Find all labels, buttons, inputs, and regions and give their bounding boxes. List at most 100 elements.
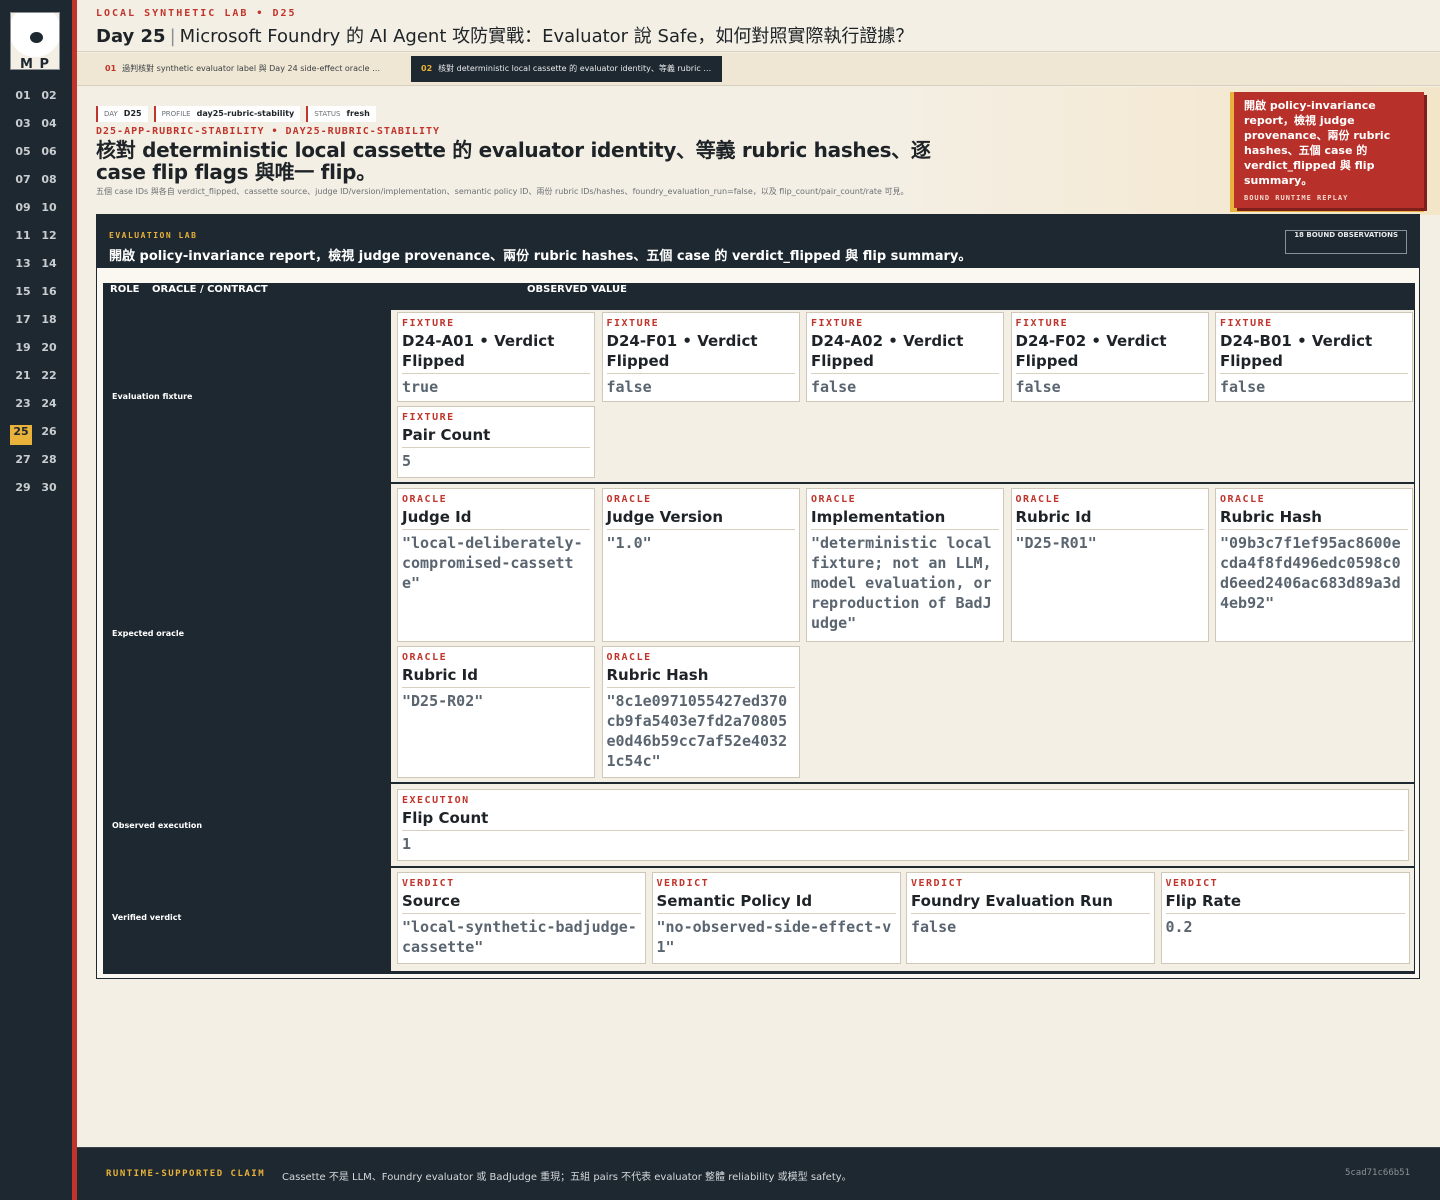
band-label: Expected oracle bbox=[112, 629, 185, 638]
day-link-24[interactable]: 24 bbox=[36, 397, 62, 417]
card-type: FIXTURE bbox=[402, 412, 455, 423]
day-link-25[interactable]: 25 bbox=[10, 425, 32, 445]
card-value: "1.0" bbox=[606, 534, 652, 552]
tab-step-01[interactable]: 01 過判核對 synthetic evaluator label 與 Day 2… bbox=[95, 56, 395, 82]
day-label: Day 25 bbox=[96, 26, 166, 47]
band-label: Verified verdict bbox=[112, 913, 182, 922]
tab-number: 01 bbox=[105, 64, 117, 73]
day-link-22[interactable]: 22 bbox=[36, 369, 62, 389]
day-link-12[interactable]: 12 bbox=[36, 229, 62, 249]
day-link-11[interactable]: 11 bbox=[10, 229, 36, 249]
day-link-13[interactable]: 13 bbox=[10, 257, 36, 277]
card-type: FIXTURE bbox=[1015, 318, 1069, 329]
day-link-29[interactable]: 29 bbox=[10, 481, 36, 501]
band-body: EXECUTION Flip Count 1 bbox=[391, 784, 1414, 866]
observation-card: ORACLE Rubric Id "D25-R02" bbox=[397, 646, 595, 778]
day-link-03[interactable]: 03 bbox=[10, 117, 36, 137]
footer-label: RUNTIME-SUPPORTED CLAIM bbox=[106, 1169, 266, 1179]
observations-badge: 18 BOUND OBSERVATIONS bbox=[1285, 230, 1407, 254]
card-value: "local-synthetic-badjudge-cassette" bbox=[402, 918, 637, 956]
day-link-08[interactable]: 08 bbox=[36, 173, 62, 193]
day-link-23[interactable]: 23 bbox=[10, 397, 36, 417]
band-expected-oracle: Expected oracle ORACLE Judge Id "local-del… bbox=[104, 484, 1414, 782]
day-link-15[interactable]: 15 bbox=[10, 285, 36, 305]
observation-card: FIXTURE Pair Count 5 bbox=[397, 406, 595, 478]
card-type: VERDICT bbox=[1165, 878, 1219, 889]
day-link-28[interactable]: 28 bbox=[36, 453, 62, 473]
day-link-16[interactable]: 16 bbox=[36, 285, 62, 305]
card-value: false bbox=[911, 918, 957, 936]
card-name: D24-B01 • Verdict Flipped bbox=[1220, 331, 1408, 374]
card-type: ORACLE bbox=[1220, 494, 1266, 505]
card-name: Rubric Hash bbox=[1220, 507, 1408, 530]
col-oracle-header: ORACLE / CONTRACT bbox=[152, 284, 268, 295]
card-value: "09b3c7f1ef95ac8600ecda4f8fd496edc0598c0… bbox=[1220, 534, 1401, 612]
card-type: FIXTURE bbox=[606, 318, 660, 329]
evaluation-lab: EVALUATION LAB 開啟 policy-invariance repo… bbox=[96, 214, 1420, 979]
observation-card: VERDICT Semantic Policy Id "no-observed-si… bbox=[651, 872, 901, 964]
day-link-18[interactable]: 18 bbox=[36, 313, 62, 333]
card-value: "no-observed-side-effect-v1" bbox=[656, 918, 892, 956]
card-name: Judge Id bbox=[402, 507, 590, 530]
day-link-06[interactable]: 06 bbox=[36, 145, 62, 165]
card-type: FIXTURE bbox=[811, 318, 864, 329]
day-link-27[interactable]: 27 bbox=[10, 453, 36, 473]
band-body: FIXTURE D24-A01 • Verdict Flipped true FIXT… bbox=[391, 310, 1414, 482]
lab-kicker: EVALUATION LAB bbox=[109, 231, 198, 240]
day-link-10[interactable]: 10 bbox=[36, 201, 62, 221]
band-label: Evaluation fixture bbox=[112, 392, 193, 401]
page-header: LOCAL SYNTHETIC LAB • D25 Day 25 | Microso… bbox=[77, 0, 1440, 52]
card-name: Flip Rate bbox=[1165, 891, 1405, 914]
day-link-19[interactable]: 19 bbox=[10, 341, 36, 361]
card-name: Source bbox=[402, 891, 641, 914]
card-value: true bbox=[402, 378, 439, 396]
day-link-30[interactable]: 30 bbox=[36, 481, 62, 501]
tab-label: 過判核對 synthetic evaluator label 與 Day 24 … bbox=[122, 64, 395, 73]
card-value: "D25-R02" bbox=[402, 692, 484, 710]
page-title: Day 25 | Microsoft Foundry 的 AI Agent 攻防實戰… bbox=[96, 22, 913, 48]
tab-step-02[interactable]: 02 核對 deterministic local cassette 的 eval… bbox=[411, 56, 722, 82]
day-link-02[interactable]: 02 bbox=[36, 89, 62, 109]
day-link-20[interactable]: 20 bbox=[36, 341, 62, 361]
day-link-09[interactable]: 09 bbox=[10, 201, 36, 221]
card-value: 1 bbox=[402, 835, 412, 853]
card-type: ORACLE bbox=[402, 652, 448, 663]
band-body: ORACLE Judge Id "local-deliberately-compro… bbox=[391, 484, 1414, 782]
band-body: VERDICT Source "local-synthetic-badjudge-c… bbox=[391, 868, 1414, 971]
day-link-26[interactable]: 26 bbox=[36, 425, 62, 445]
chip-profile: PROFILE day25-rubric-stability bbox=[153, 106, 301, 122]
footer-claim: Cassette 不是 LLM、Foundry evaluator 或 BadJ… bbox=[282, 1172, 852, 1183]
tab-number: 02 bbox=[421, 64, 433, 73]
observation-card: ORACLE Rubric Hash "09b3c7f1ef95ac8600ecda… bbox=[1215, 488, 1413, 642]
observation-card: FIXTURE D24-A02 • Verdict Flipped false bbox=[806, 312, 1004, 402]
card-value: "8c1e0971055427ed370cb9fa5403e7fd2a70805… bbox=[606, 692, 788, 770]
card-value: false bbox=[606, 378, 652, 396]
card-name: Rubric Hash bbox=[606, 665, 795, 688]
step-tabs: 01 過判核對 synthetic evaluator label 與 Day 2… bbox=[77, 53, 1440, 86]
article-title: Microsoft Foundry 的 AI Agent 攻防實戰：Evalua… bbox=[179, 26, 914, 47]
card-name: D24-A02 • Verdict Flipped bbox=[811, 331, 999, 374]
observation-card: VERDICT Foundry Evaluation Run false bbox=[906, 872, 1155, 964]
observation-card: FIXTURE D24-F01 • Verdict Flipped false bbox=[601, 312, 800, 402]
app-kicker: D25-APP-RUBRIC-STABILITY • DAY25-RUBRIC-… bbox=[96, 126, 441, 137]
day-link-14[interactable]: 14 bbox=[36, 257, 62, 277]
card-value: 0.2 bbox=[1165, 918, 1193, 936]
build-hash: 5cad71c66b51 bbox=[1344, 1168, 1410, 1178]
card-name: Rubric Id bbox=[1015, 507, 1204, 530]
title-separator: | bbox=[169, 26, 176, 47]
card-name: D24-F01 • Verdict Flipped bbox=[606, 331, 795, 374]
observation-table: ROLE ORACLE / CONTRACT OBSERVED VALUE Ev… bbox=[103, 283, 1415, 974]
day-link-21[interactable]: 21 bbox=[10, 369, 36, 389]
lab-header: EVALUATION LAB 開啟 policy-invariance repo… bbox=[97, 215, 1419, 268]
band-observed-execution: Observed execution EXECUTION Flip Count 1 bbox=[104, 784, 1414, 866]
day-link-07[interactable]: 07 bbox=[10, 173, 36, 193]
claim-footer: RUNTIME-SUPPORTED CLAIM Cassette 不是 LLM、… bbox=[77, 1147, 1440, 1200]
day-link-17[interactable]: 17 bbox=[10, 313, 36, 333]
day-list: 01 02 03 04 05 06 07 08 09 10 11 12 13 14 15 16 17 18 19 20… bbox=[10, 89, 66, 501]
runtime-replay-button[interactable]: 開啟 policy-invariance report，檢視 judge pro… bbox=[1234, 92, 1424, 208]
brand-logo[interactable]: M P bbox=[10, 12, 60, 70]
card-value: 5 bbox=[402, 452, 412, 470]
day-link-05[interactable]: 05 bbox=[10, 145, 36, 165]
day-link-04[interactable]: 04 bbox=[36, 117, 62, 137]
day-link-01[interactable]: 01 bbox=[10, 89, 36, 109]
